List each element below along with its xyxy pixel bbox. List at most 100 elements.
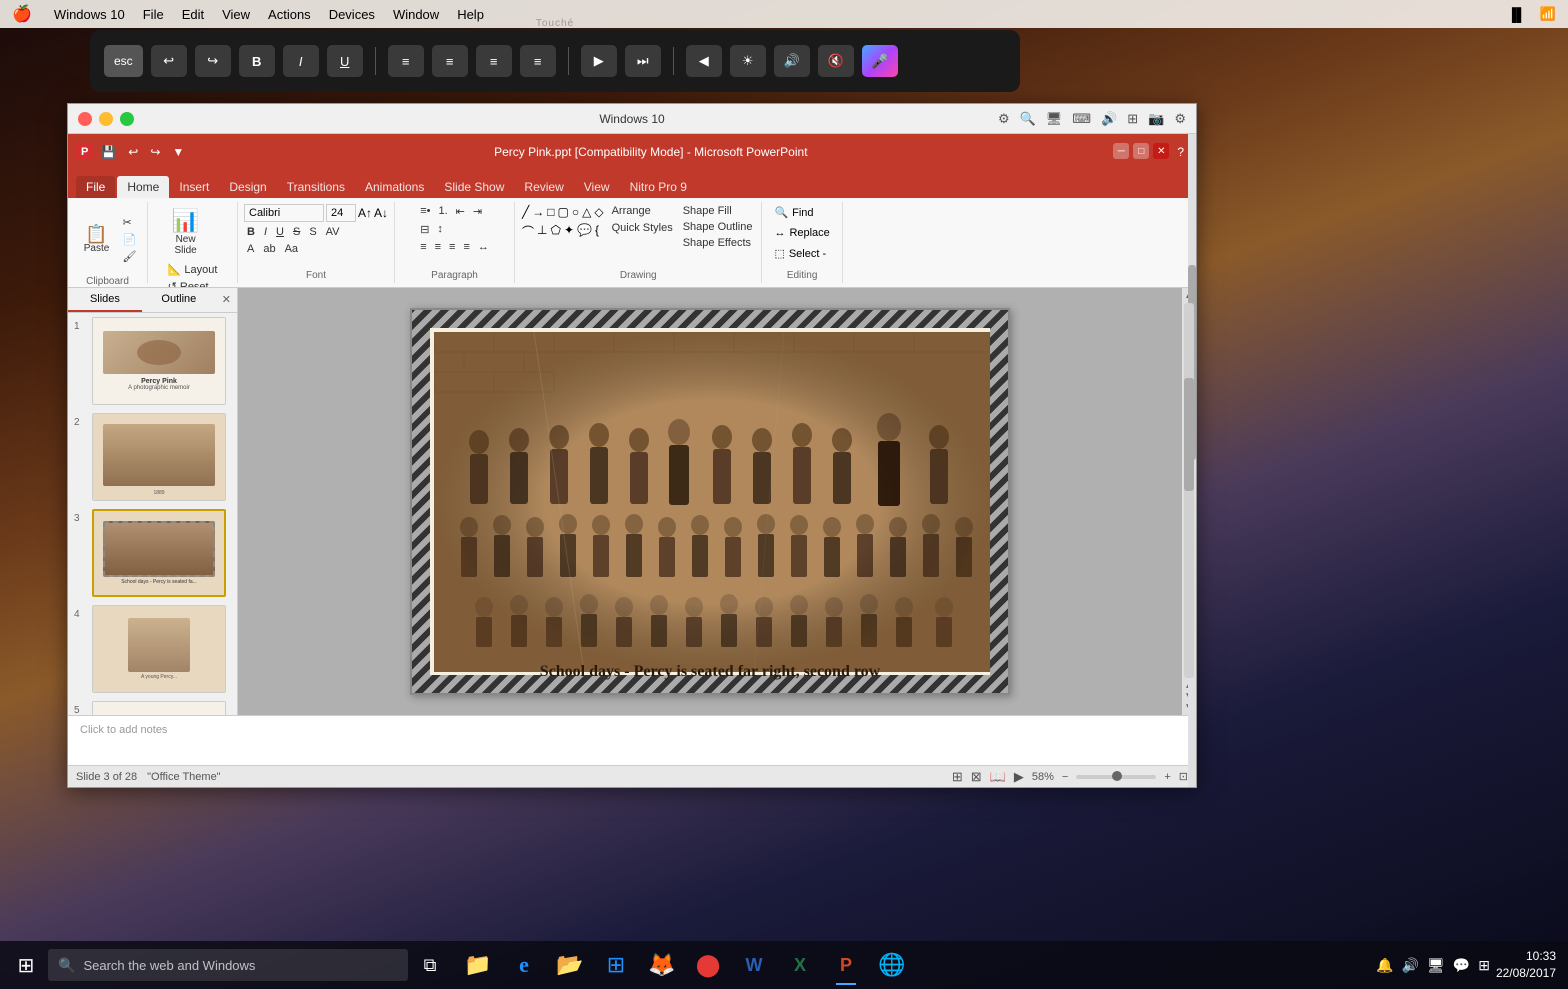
align-left-button[interactable]: ≡: [417, 240, 429, 254]
normal-view-button[interactable]: ⊞: [952, 769, 963, 785]
fit-slide-button[interactable]: ⊡: [1179, 770, 1188, 783]
font-size-decrease-button[interactable]: A↓: [374, 206, 388, 220]
tab-transitions[interactable]: Transitions: [277, 176, 355, 198]
touchbar-esc-button[interactable]: esc: [104, 45, 143, 77]
menu-item-file[interactable]: File: [143, 7, 164, 22]
ppt-redo-button[interactable]: ↪: [146, 143, 164, 161]
shape-callout-icon[interactable]: 💬: [576, 222, 593, 241]
shape-diamond-icon[interactable]: ◇: [593, 204, 604, 220]
touchbar-align-center-button[interactable]: ≡: [432, 45, 468, 77]
taskbar-app-red[interactable]: ⬤: [686, 943, 730, 987]
layout-button[interactable]: 📐 Layout: [165, 262, 221, 277]
shape-bracket-icon[interactable]: {: [594, 222, 600, 241]
underline-button[interactable]: U: [273, 225, 287, 239]
taskbar-app-file-explorer[interactable]: 📁: [456, 943, 500, 987]
taskbar-search[interactable]: 🔍 Search the web and Windows: [48, 949, 408, 981]
ppt-help-button[interactable]: ?: [1173, 143, 1188, 161]
shape-triangle-icon[interactable]: △: [581, 204, 592, 220]
bullets-button[interactable]: ≡•: [417, 204, 433, 219]
menu-item-actions[interactable]: Actions: [268, 7, 311, 22]
main-scrollbar[interactable]: ▲ ▲ ▼ ▼: [1182, 288, 1196, 715]
tab-design[interactable]: Design: [219, 176, 276, 198]
strikethrough-button[interactable]: S: [290, 225, 303, 239]
cut-button[interactable]: ✂: [120, 215, 140, 230]
slide-thumbnail-5[interactable]: Percy Pink A photographic memoir: [92, 701, 226, 715]
chat-icon[interactable]: 💬: [1453, 957, 1470, 974]
win10-retina-icon[interactable]: ⊞: [1127, 111, 1138, 127]
text-direction-button[interactable]: ↔: [475, 240, 492, 254]
touchbar-redo-button[interactable]: ↪: [195, 45, 231, 77]
taskbar-app-file-manager[interactable]: 📂: [548, 943, 592, 987]
win10-close-button[interactable]: [78, 112, 92, 126]
tab-slides[interactable]: Slides: [68, 288, 142, 312]
zoom-in-button[interactable]: +: [1164, 771, 1170, 783]
shape-effects-button[interactable]: Shape Effects: [680, 236, 756, 250]
touchbar-siri-button[interactable]: 🎤: [862, 45, 898, 77]
zoom-slider[interactable]: [1076, 775, 1156, 779]
shape-outline-button[interactable]: Shape Outline: [680, 220, 756, 234]
scroll-thumb[interactable]: [1184, 378, 1194, 491]
increase-indent-button[interactable]: ⇥: [470, 204, 485, 219]
shape-rect-icon[interactable]: □: [546, 204, 555, 220]
font-family-dropdown[interactable]: Calibri: [244, 204, 324, 222]
tab-view[interactable]: View: [574, 176, 620, 198]
line-spacing-button[interactable]: ↕: [434, 222, 446, 237]
tab-slideshow[interactable]: Slide Show: [434, 176, 514, 198]
apple-menu-icon[interactable]: 🍎: [12, 4, 32, 24]
touchbar-italic-button[interactable]: I: [283, 45, 319, 77]
slide-sorter-button[interactable]: ⊠: [971, 769, 982, 785]
quick-styles-button[interactable]: Quick Styles: [609, 221, 676, 235]
slide-show-button[interactable]: ▶: [1014, 769, 1024, 785]
shadow-button[interactable]: S: [306, 225, 319, 239]
volume-icon[interactable]: 🔊: [1402, 957, 1419, 974]
font-size-increase-button[interactable]: A↑: [358, 206, 372, 220]
zoom-out-button[interactable]: −: [1062, 771, 1068, 783]
align-center-button[interactable]: ≡: [432, 240, 444, 254]
italic-button[interactable]: I: [261, 225, 270, 239]
taskbar-app-store[interactable]: ⊞: [594, 943, 638, 987]
task-view-button[interactable]: ⧉: [408, 943, 452, 987]
shape-freeform-icon[interactable]: ⊥: [536, 222, 548, 241]
touchbar-align-left-button[interactable]: ≡: [388, 45, 424, 77]
font-color-button[interactable]: A: [244, 242, 257, 256]
tab-file[interactable]: File: [76, 176, 115, 198]
zoom-thumb[interactable]: [1112, 771, 1122, 781]
tab-outline[interactable]: Outline: [142, 288, 216, 312]
tab-nitro[interactable]: Nitro Pro 9: [620, 176, 697, 198]
touchbar-volume-button[interactable]: 🔊: [774, 45, 810, 77]
win10-minimize-button[interactable]: [99, 112, 113, 126]
taskbar-app-chrome[interactable]: 🌐: [870, 943, 914, 987]
touchbar-brightness-button[interactable]: ☀: [730, 45, 766, 77]
win10-maximize-button[interactable]: [120, 112, 134, 126]
shape-fill-button[interactable]: Shape Fill: [680, 204, 756, 218]
menu-item-help[interactable]: Help: [457, 7, 484, 22]
arrange-button[interactable]: Arrange: [609, 204, 676, 218]
char-spacing-button[interactable]: AV: [323, 225, 343, 239]
win10-settings-icon[interactable]: ⚙: [998, 111, 1010, 127]
select-button[interactable]: ⬚ Select -: [768, 245, 835, 262]
shape-star-icon[interactable]: ✦: [563, 222, 575, 241]
menu-item-window[interactable]: Window: [393, 7, 439, 22]
numbering-button[interactable]: 1.: [435, 204, 450, 219]
touchbar-bold-button[interactable]: B: [239, 45, 275, 77]
copy-button[interactable]: 📄: [120, 232, 140, 247]
start-button[interactable]: ⊞: [4, 943, 48, 987]
taskbar-app-powerpoint[interactable]: P: [824, 943, 868, 987]
shape-line-icon[interactable]: ╱: [521, 204, 530, 220]
notes-area[interactable]: Click to add notes: [68, 715, 1196, 765]
menu-item-view[interactable]: View: [222, 7, 250, 22]
touchbar-skip-button[interactable]: ⏭: [625, 45, 661, 77]
align-right-button[interactable]: ≡: [446, 240, 458, 254]
touchbar-justify-button[interactable]: ≡: [520, 45, 556, 77]
touchbar-align-right-button[interactable]: ≡: [476, 45, 512, 77]
slide-thumbnail-1[interactable]: Percy Pink A photographic memoir: [92, 317, 226, 405]
touchbar-undo-button[interactable]: ↩: [151, 45, 187, 77]
new-slide-button[interactable]: 📊 NewSlide: [165, 204, 207, 260]
ppt-undo-button[interactable]: ↩: [124, 143, 142, 161]
taskbar-app-excel[interactable]: X: [778, 943, 822, 987]
columns-button[interactable]: ⊟: [417, 222, 432, 237]
slide-thumbnail-4[interactable]: A young Percy...: [92, 605, 226, 693]
paste-button[interactable]: 📋 Paste: [76, 204, 118, 274]
win10-prefs-icon[interactable]: ⚙: [1174, 111, 1186, 127]
action-center-icon[interactable]: ⊞: [1478, 957, 1490, 974]
